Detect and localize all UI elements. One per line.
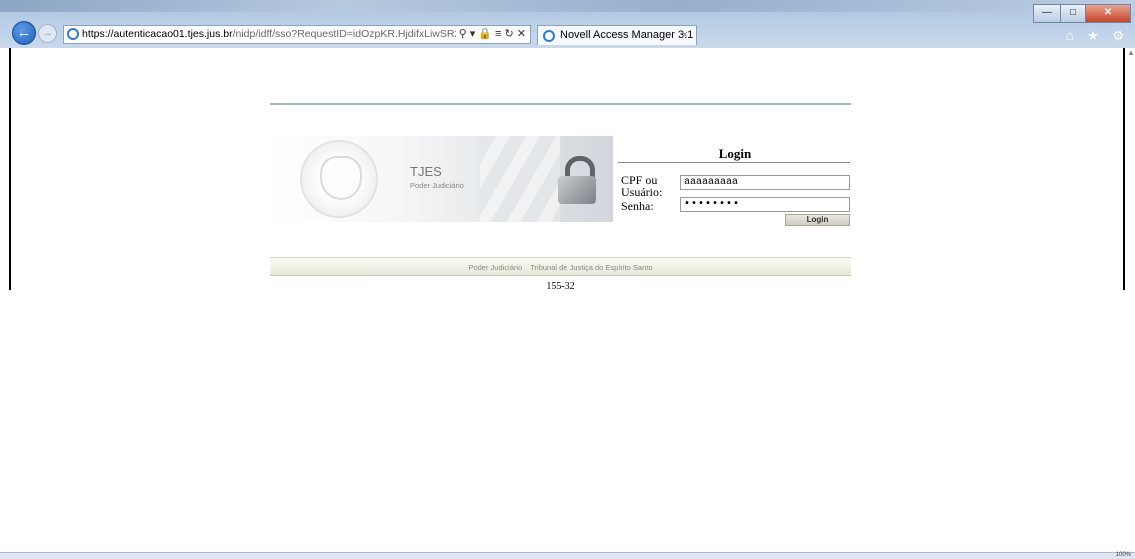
scroll-up-icon[interactable]: ▲ (1127, 48, 1135, 57)
brand-subtitle: Poder Judiciário (410, 181, 464, 190)
browser-chrome: ← → https://autenticacao01.tjes.jus.br/n… (0, 0, 1135, 48)
password-input[interactable]: •••••••• (680, 197, 850, 212)
padlock-icon (558, 156, 596, 204)
url-path: /nidp/idff/sso?RequestID=idOzpKR.HjdifxL… (232, 28, 493, 40)
window-controls: — □ ✕ (1033, 2, 1131, 23)
footer-bar: Poder Judiciário Tribunal de Justiça do E… (270, 257, 851, 276)
back-button[interactable]: ← (12, 21, 36, 45)
ie-page-icon (67, 28, 79, 40)
tab-novell-access-manager[interactable]: Novell Access Manager 3.1 × (537, 25, 697, 45)
close-window-button[interactable]: ✕ (1085, 4, 1131, 23)
login-button[interactable]: Login (785, 214, 850, 226)
tab-title: Novell Access Manager 3.1 (560, 29, 694, 41)
server-code: 155-32 (546, 281, 575, 292)
content-frame-right (1123, 48, 1125, 290)
maximize-button[interactable]: □ (1060, 4, 1086, 23)
login-title: Login (718, 146, 752, 161)
keyboard-image (480, 136, 560, 222)
forward-button[interactable]: → (38, 24, 57, 43)
user-input[interactable]: aaaaaaaaa (680, 175, 850, 190)
tjes-banner: TJES Poder Judiciário (270, 136, 613, 222)
zoom-level[interactable]: 100% (1116, 552, 1131, 558)
password-label: Senha: (621, 199, 654, 213)
address-bar[interactable]: https://autenticacao01.tjes.jus.br/nidp/… (63, 25, 531, 44)
title-bar (0, 0, 1135, 12)
footer-left-text: Poder Judiciário (468, 263, 523, 272)
brand-name: TJES (410, 164, 442, 179)
ie-tab-icon (543, 30, 555, 42)
url-host: https://autenticacao01.tjes.jus.br (82, 28, 233, 40)
address-bar-icons[interactable]: ⚲ ▾ 🔒 ≡ ↻ ✕ (455, 26, 526, 43)
coat-of-arms-logo (300, 140, 378, 218)
content-frame-left (9, 48, 11, 290)
tab-close-icon[interactable]: × (682, 26, 688, 45)
toolbar-icons[interactable]: ⌂ ★ ⚙ (1066, 28, 1129, 44)
header-rule (270, 103, 851, 105)
minimize-button[interactable]: — (1033, 4, 1061, 23)
footer-right-text: Tribunal de Justiça do Espírito Santo (530, 263, 653, 272)
login-divider (618, 162, 850, 163)
user-label: CPF ou Usuário: (621, 173, 663, 199)
